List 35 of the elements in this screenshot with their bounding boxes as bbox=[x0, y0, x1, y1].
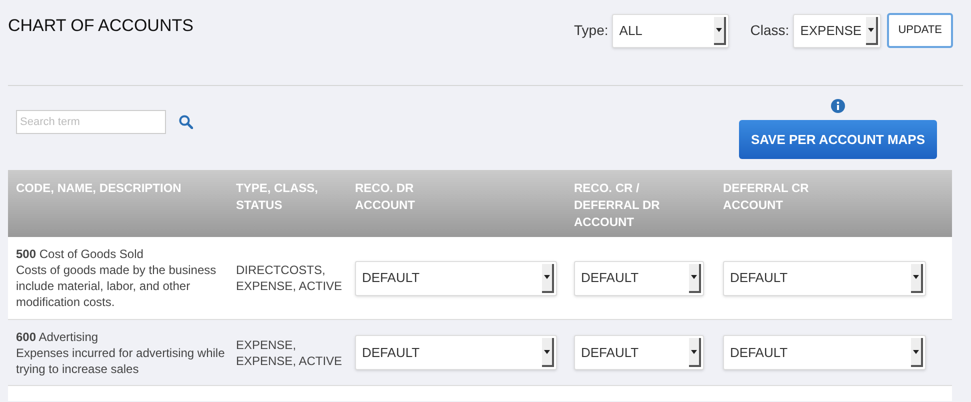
caret-icon bbox=[691, 350, 697, 354]
search-field[interactable]: Search term bbox=[16, 110, 166, 134]
dropdown[interactable]: DEFAULT bbox=[574, 260, 704, 296]
caret-icon bbox=[544, 350, 550, 354]
account-status: DIRECTCOSTS, EXPENSE, ACTIVE bbox=[236, 262, 344, 294]
column-header: CODE, NAME, DESCRIPTION bbox=[16, 180, 182, 197]
filter-label: Type: bbox=[574, 21, 608, 40]
account-description: Expenses incurred for advertising while trying to increase sales bbox=[16, 344, 226, 376]
page-title: CHART OF ACCOUNTS bbox=[8, 15, 194, 37]
caret-icon bbox=[913, 350, 919, 354]
dropdown[interactable]: EXPENSE bbox=[793, 14, 882, 48]
column-header: TYPE, CLASS, STATUS bbox=[236, 180, 320, 214]
dropdown[interactable]: ALL bbox=[612, 14, 730, 48]
search-icon[interactable] bbox=[179, 115, 193, 129]
account-name: 500 Cost of Goods Sold bbox=[16, 246, 144, 262]
column-header: RECO. DR ACCOUNT bbox=[355, 180, 416, 214]
account-status: EXPENSE, EXPENSE, ACTIVE bbox=[236, 336, 344, 368]
dropdown[interactable]: DEFAULT bbox=[355, 260, 557, 296]
dropdown[interactable]: DEFAULT bbox=[723, 260, 926, 296]
account-description: Costs of goods made by the business include material, labor, and other modification costs. bbox=[16, 262, 218, 310]
caret-icon bbox=[716, 28, 722, 32]
dropdown[interactable]: DEFAULT bbox=[355, 335, 557, 370]
dropdown[interactable]: DEFAULT bbox=[723, 335, 926, 370]
column-header: RECO. CR / DEFERRAL DR ACCOUNT bbox=[574, 180, 661, 231]
caret-icon bbox=[868, 28, 874, 32]
caret-icon bbox=[544, 275, 550, 279]
caret-icon bbox=[691, 275, 697, 279]
caret-icon bbox=[913, 275, 919, 279]
column-header: DEFERRAL CR ACCOUNT bbox=[723, 180, 810, 214]
account-name: 600 Advertising bbox=[16, 328, 100, 344]
info-icon[interactable] bbox=[831, 99, 845, 113]
update-button[interactable]: UPDATE bbox=[887, 13, 953, 48]
filter-label: Class: bbox=[750, 21, 790, 40]
save-button[interactable]: SAVE PER ACCOUNT MAPS bbox=[739, 120, 937, 159]
dropdown[interactable]: DEFAULT bbox=[574, 335, 704, 370]
